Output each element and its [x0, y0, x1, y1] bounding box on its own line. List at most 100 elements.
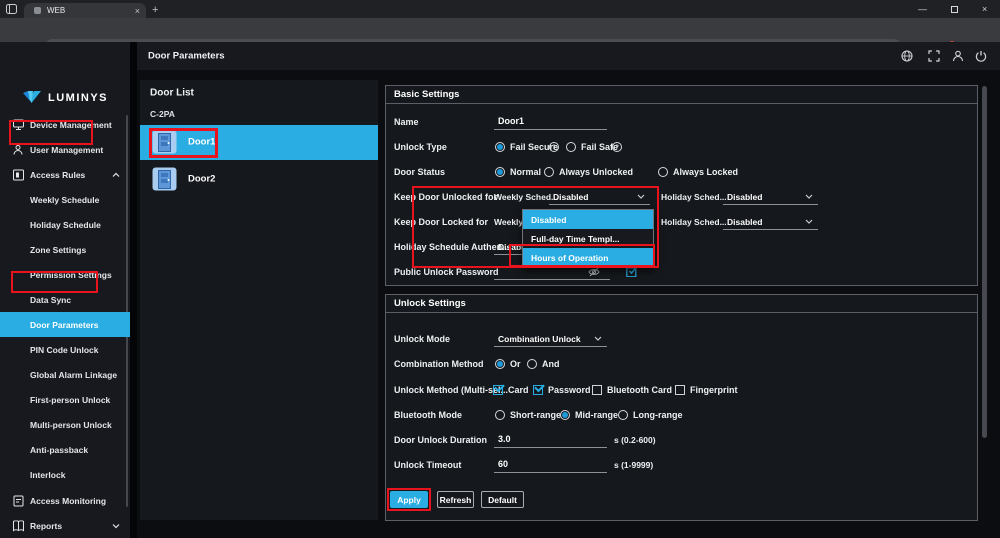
section-title: Basic Settings — [394, 89, 459, 100]
option-label: Disabled — [531, 215, 566, 225]
fail-secure-radio[interactable] — [495, 142, 505, 152]
sidebar-item-zone-settings[interactable]: Zone Settings — [0, 237, 130, 262]
sidebar-item-label: PIN Code Unlock — [30, 345, 98, 355]
keep-unlocked-label: Keep Door Unlocked for — [394, 192, 497, 202]
sidebar-item-label: User Management — [30, 145, 103, 155]
app-header: Door Parameters — [137, 42, 1000, 70]
sidebar-item-anti-passback[interactable]: Anti-passback — [0, 437, 130, 462]
language-globe-icon[interactable] — [901, 50, 913, 62]
mid-range-label: Mid-range — [575, 410, 618, 420]
duration-label: Door Unlock Duration — [394, 435, 487, 445]
chevron-down-icon — [805, 194, 813, 199]
sidebar-item-holiday-schedule[interactable]: Holiday Schedule — [0, 212, 130, 237]
sidebar-item-weekly-schedule[interactable]: Weekly Schedule — [0, 187, 130, 212]
holiday-schedule-label: Holiday Sched... — [661, 192, 727, 202]
sidebar-item-access-monitoring[interactable]: Access Monitoring — [0, 488, 130, 513]
unlock-mode-dropdown[interactable]: Combination Unlock — [494, 331, 607, 347]
fail-secure-help-icon[interactable]: ? — [549, 142, 559, 152]
long-range-radio[interactable] — [618, 410, 628, 420]
screen: WEB × + — × Not secure 192.168.1.196/#/i… — [0, 0, 1000, 538]
chevron-down-icon — [594, 336, 602, 341]
keep-locked-holiday-dropdown[interactable]: Disabled — [723, 214, 818, 230]
sidebar-item-access-rules[interactable]: Access Rules — [0, 162, 130, 187]
dropdown-option-disabled[interactable]: Disabled — [523, 210, 653, 229]
window-minimize-button[interactable]: — — [918, 4, 927, 14]
duration-input[interactable] — [494, 432, 607, 448]
sidebar-item-label: Access Monitoring — [30, 496, 106, 506]
sidebar-item-data-sync[interactable]: Data Sync — [0, 287, 130, 312]
fail-safe-radio[interactable] — [566, 142, 576, 152]
sidebar-item-interlock[interactable]: Interlock — [0, 462, 130, 487]
apply-button[interactable]: Apply — [390, 491, 428, 508]
keep-unlocked-holiday-dropdown[interactable]: Disabled — [723, 189, 818, 205]
mid-range-radio[interactable] — [560, 410, 570, 420]
password-checkbox[interactable] — [533, 385, 543, 395]
sidebar-item-pin-code-unlock[interactable]: PIN Code Unlock — [0, 337, 130, 362]
window-close-button[interactable]: × — [982, 4, 987, 14]
keep-unlocked-weekly-dropdown[interactable]: Disabled — [549, 189, 650, 205]
sidebar-item-label: Interlock — [30, 470, 65, 480]
card-checkbox[interactable] — [493, 385, 503, 395]
fail-safe-help-icon[interactable]: ? — [612, 142, 622, 152]
always-unlocked-radio[interactable] — [544, 167, 554, 177]
window-maximize-button[interactable] — [951, 6, 958, 13]
tab-title: WEB — [47, 6, 135, 15]
sidebar-item-device-management[interactable]: Device Management — [0, 112, 130, 137]
brand-name: LUMINYS — [48, 92, 108, 104]
sidebar-item-user-management[interactable]: User Management — [0, 137, 130, 162]
basic-settings-header: Basic Settings — [385, 85, 978, 104]
card-label: Card — [508, 385, 529, 395]
new-tab-button[interactable]: + — [152, 4, 158, 16]
or-radio[interactable] — [495, 359, 505, 369]
content-scrollbar[interactable] — [982, 86, 987, 438]
sidebar-item-global-alarm-linkage[interactable]: Global Alarm Linkage — [0, 362, 130, 387]
normal-radio[interactable] — [495, 167, 505, 177]
tab-close-icon[interactable]: × — [135, 6, 140, 16]
page-title: Door Parameters — [148, 51, 225, 62]
short-range-label: Short-range — [510, 410, 561, 420]
sidebar-item-label: First-person Unlock — [30, 395, 110, 405]
door-name[interactable]: Door2 — [188, 174, 215, 185]
eye-off-icon[interactable] — [588, 267, 600, 277]
short-range-radio[interactable] — [495, 410, 505, 420]
sidebar-item-first-person-unlock[interactable]: First-person Unlock — [0, 387, 130, 412]
sidebar-item-label: Weekly Schedule — [30, 195, 99, 205]
normal-label: Normal — [510, 167, 541, 177]
fingerprint-checkbox[interactable] — [675, 385, 685, 395]
holiday-auth-label: Holiday Schedule Authen... — [394, 242, 510, 252]
name-input[interactable] — [494, 114, 607, 130]
account-icon[interactable] — [952, 50, 964, 62]
sidebar-item-multi-person-unlock[interactable]: Multi-person Unlock — [0, 412, 130, 437]
unlock-mode-label: Unlock Mode — [394, 334, 450, 344]
power-icon[interactable] — [975, 50, 987, 62]
tab-favicon — [34, 7, 41, 14]
chevron-up-icon — [112, 172, 120, 177]
refresh-button[interactable]: Refresh — [437, 491, 474, 508]
duration-hint: s (0.2-600) — [614, 435, 656, 445]
dropdown-option-full-day[interactable]: Full-day Time Templ... — [523, 229, 653, 248]
default-button[interactable]: Default — [481, 491, 524, 508]
dropdown-value: Disabled — [553, 192, 588, 202]
door-name[interactable]: Door1 — [188, 137, 215, 148]
door-icon — [152, 167, 177, 191]
sidebar-item-label: Multi-person Unlock — [30, 420, 112, 430]
sidebar-item-reports[interactable]: Reports — [0, 513, 130, 538]
door-status-label: Door Status — [394, 167, 445, 177]
bluetooth-card-checkbox[interactable] — [592, 385, 602, 395]
and-radio[interactable] — [527, 359, 537, 369]
dropdown-option-hours-of-operation[interactable]: Hours of Operation — [523, 248, 653, 267]
always-locked-radio[interactable] — [658, 167, 668, 177]
timeout-label: Unlock Timeout — [394, 460, 461, 470]
name-label: Name — [394, 117, 419, 127]
fullscreen-icon[interactable] — [928, 50, 940, 62]
timeout-input[interactable] — [494, 457, 607, 473]
browser-tab[interactable]: WEB × — [24, 3, 146, 18]
device-icon — [13, 119, 24, 130]
sidebar-item-permission-settings[interactable]: Permission Settings — [0, 262, 130, 287]
luminys-logo-icon — [22, 91, 42, 104]
chevron-down-icon — [112, 523, 120, 528]
unlock-settings-panel — [385, 294, 978, 521]
window-menu-icon[interactable] — [6, 4, 17, 14]
sidebar-item-label: Zone Settings — [30, 245, 86, 255]
sidebar-item-door-parameters[interactable]: Door Parameters — [0, 312, 130, 337]
